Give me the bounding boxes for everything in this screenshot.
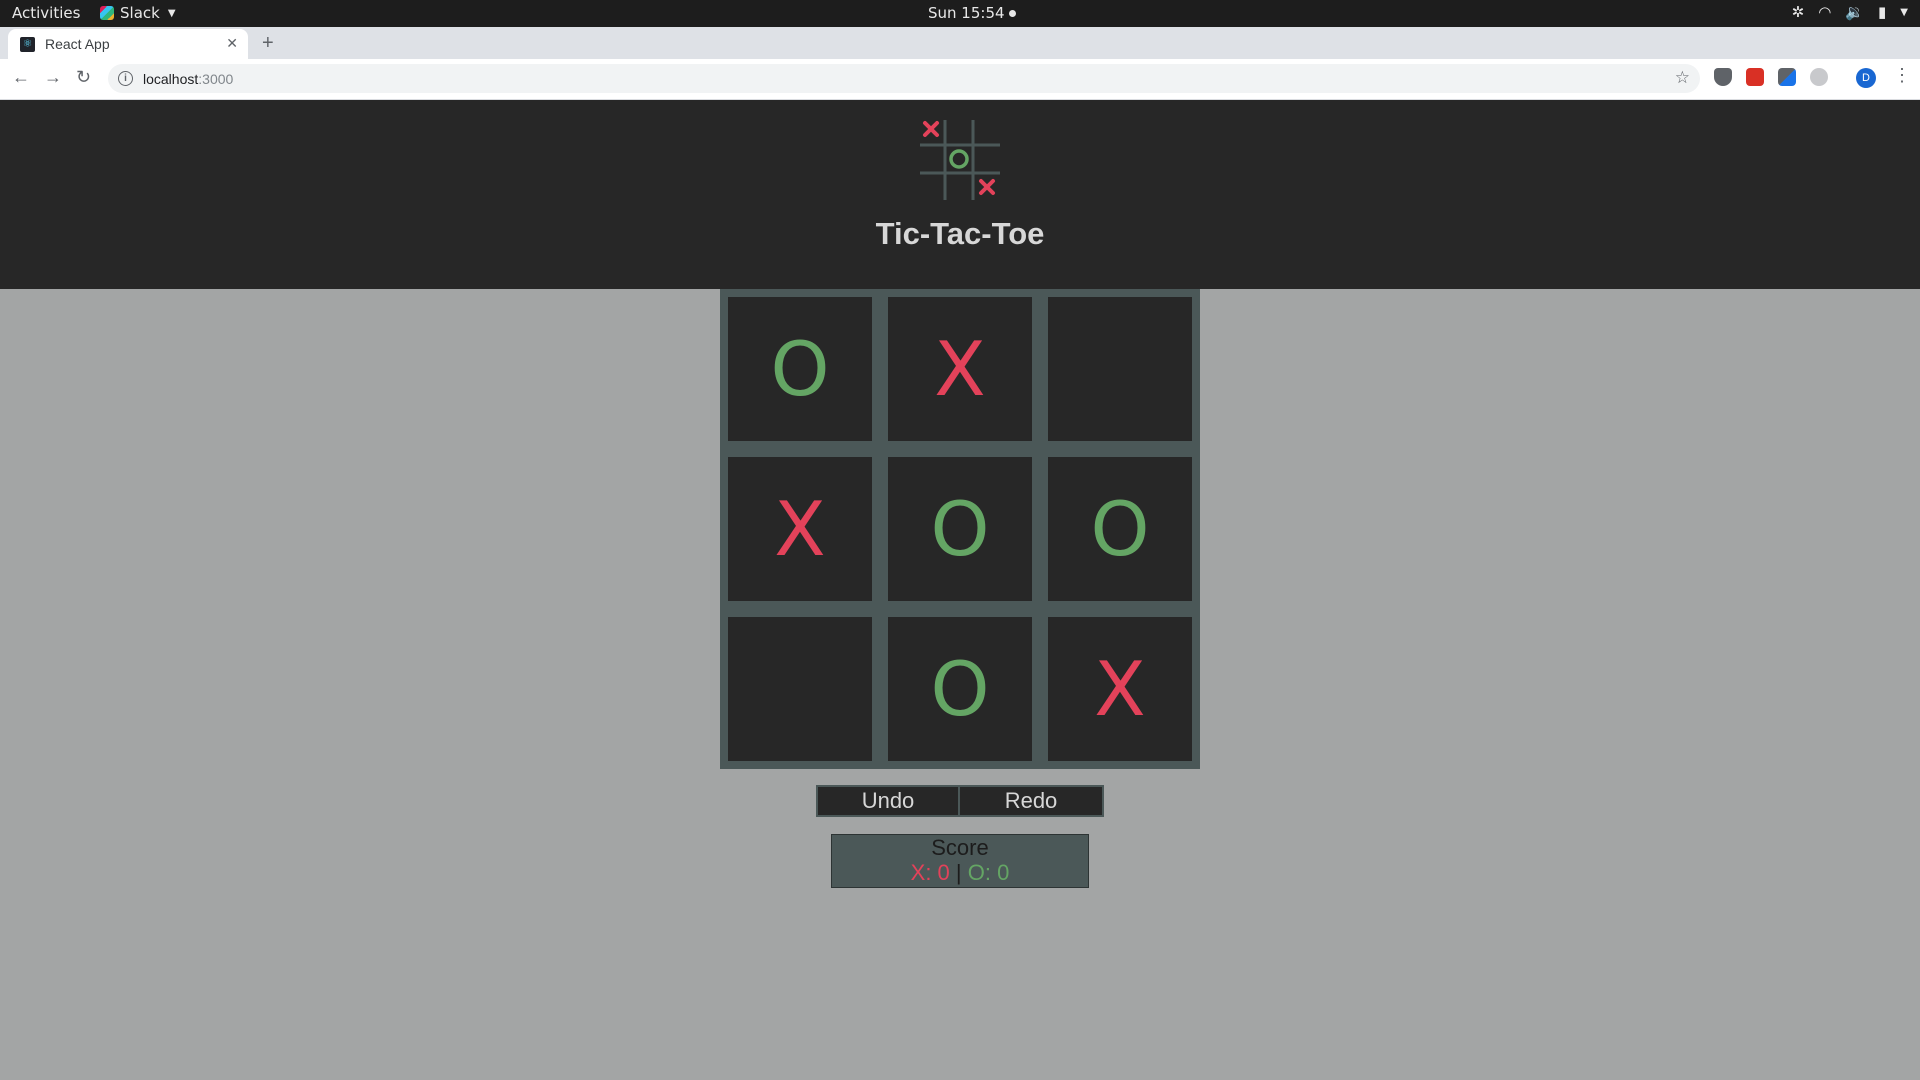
reload-icon[interactable]: ↻ bbox=[76, 67, 91, 88]
history-controls: Undo Redo bbox=[816, 785, 1104, 817]
system-tray[interactable]: ✲ ◠ 🔉 ▮ ▼ bbox=[1792, 3, 1908, 21]
url-text[interactable]: localhost:3000 bbox=[143, 71, 233, 87]
notification-dot bbox=[1008, 10, 1016, 17]
board-cell[interactable]: X bbox=[728, 457, 872, 601]
activities-button[interactable]: Activities bbox=[12, 4, 80, 22]
browser-tab-strip: ⚛ React App ✕ + bbox=[0, 27, 1920, 59]
url-host: localhost bbox=[143, 70, 199, 87]
board-cell[interactable]: O bbox=[728, 297, 872, 441]
clock[interactable]: Sun 15:54 bbox=[928, 4, 1016, 22]
slack-icon bbox=[100, 6, 114, 20]
chevron-down-icon: ▼ bbox=[167, 7, 176, 19]
score-separator: | bbox=[955, 860, 962, 885]
board-cell[interactable]: X bbox=[1048, 617, 1192, 761]
extension-icon[interactable] bbox=[1746, 68, 1764, 86]
game-board: O X X O O O X bbox=[720, 289, 1200, 769]
score-o: O: 0 bbox=[967, 860, 1010, 885]
volume-icon: 🔉 bbox=[1845, 3, 1865, 21]
score-panel: Score X: 0 | O: 0 bbox=[831, 834, 1089, 888]
extension-icon[interactable] bbox=[1810, 68, 1828, 86]
profile-avatar[interactable]: D bbox=[1856, 68, 1876, 88]
app-menu-label: Slack bbox=[120, 4, 160, 22]
browser-tab[interactable]: ⚛ React App ✕ bbox=[8, 29, 248, 59]
address-bar[interactable]: i localhost:3000 ☆ bbox=[108, 64, 1700, 93]
board-cell[interactable] bbox=[728, 617, 872, 761]
react-favicon-icon: ⚛ bbox=[20, 36, 35, 52]
battery-icon: ▮ bbox=[1878, 3, 1887, 21]
undo-button[interactable]: Undo bbox=[816, 785, 960, 817]
new-tab-button[interactable]: + bbox=[262, 32, 274, 55]
info-icon[interactable]: i bbox=[118, 71, 133, 86]
forward-arrow-icon[interactable]: → bbox=[44, 67, 62, 88]
back-arrow-icon[interactable]: ← bbox=[12, 67, 30, 88]
shield-extension-icon[interactable] bbox=[1714, 68, 1732, 86]
board-cell[interactable] bbox=[1048, 297, 1192, 441]
system-top-bar: Activities Slack ▼ Sun 15:54 ✲ ◠ 🔉 ▮ ▼ bbox=[0, 0, 1920, 27]
page-title: Tic-Tac-Toe bbox=[875, 216, 1045, 251]
browser-toolbar: ← → ↻ i localhost:3000 ☆ D ⋮ bbox=[0, 59, 1920, 100]
board-cell[interactable]: O bbox=[1048, 457, 1192, 601]
pen-extension-icon[interactable] bbox=[1778, 68, 1796, 86]
clock-label: Sun 15:54 bbox=[928, 4, 1005, 22]
url-port: :3000 bbox=[198, 70, 234, 87]
score-values: X: 0 | O: 0 bbox=[832, 861, 1088, 885]
board-cell[interactable]: O bbox=[888, 617, 1032, 761]
redo-button[interactable]: Redo bbox=[960, 785, 1104, 817]
tic-tac-toe-logo-icon bbox=[920, 120, 1000, 200]
board-cell[interactable]: X bbox=[888, 297, 1032, 441]
tab-title: React App bbox=[45, 36, 110, 52]
settings-icon[interactable]: ✲ bbox=[1792, 3, 1805, 21]
score-x: X: 0 bbox=[910, 860, 950, 885]
board-cell[interactable]: O bbox=[888, 457, 1032, 601]
score-title: Score bbox=[931, 835, 989, 860]
close-icon[interactable]: ✕ bbox=[226, 35, 238, 52]
app-header: Tic-Tac-Toe bbox=[0, 100, 1920, 289]
star-icon[interactable]: ☆ bbox=[1675, 68, 1690, 88]
app-menu[interactable]: Slack ▼ bbox=[100, 4, 176, 22]
chevron-down-icon: ▼ bbox=[1900, 6, 1908, 18]
menu-kebab-icon[interactable]: ⋮ bbox=[1893, 65, 1911, 86]
wifi-icon: ◠ bbox=[1818, 3, 1832, 21]
